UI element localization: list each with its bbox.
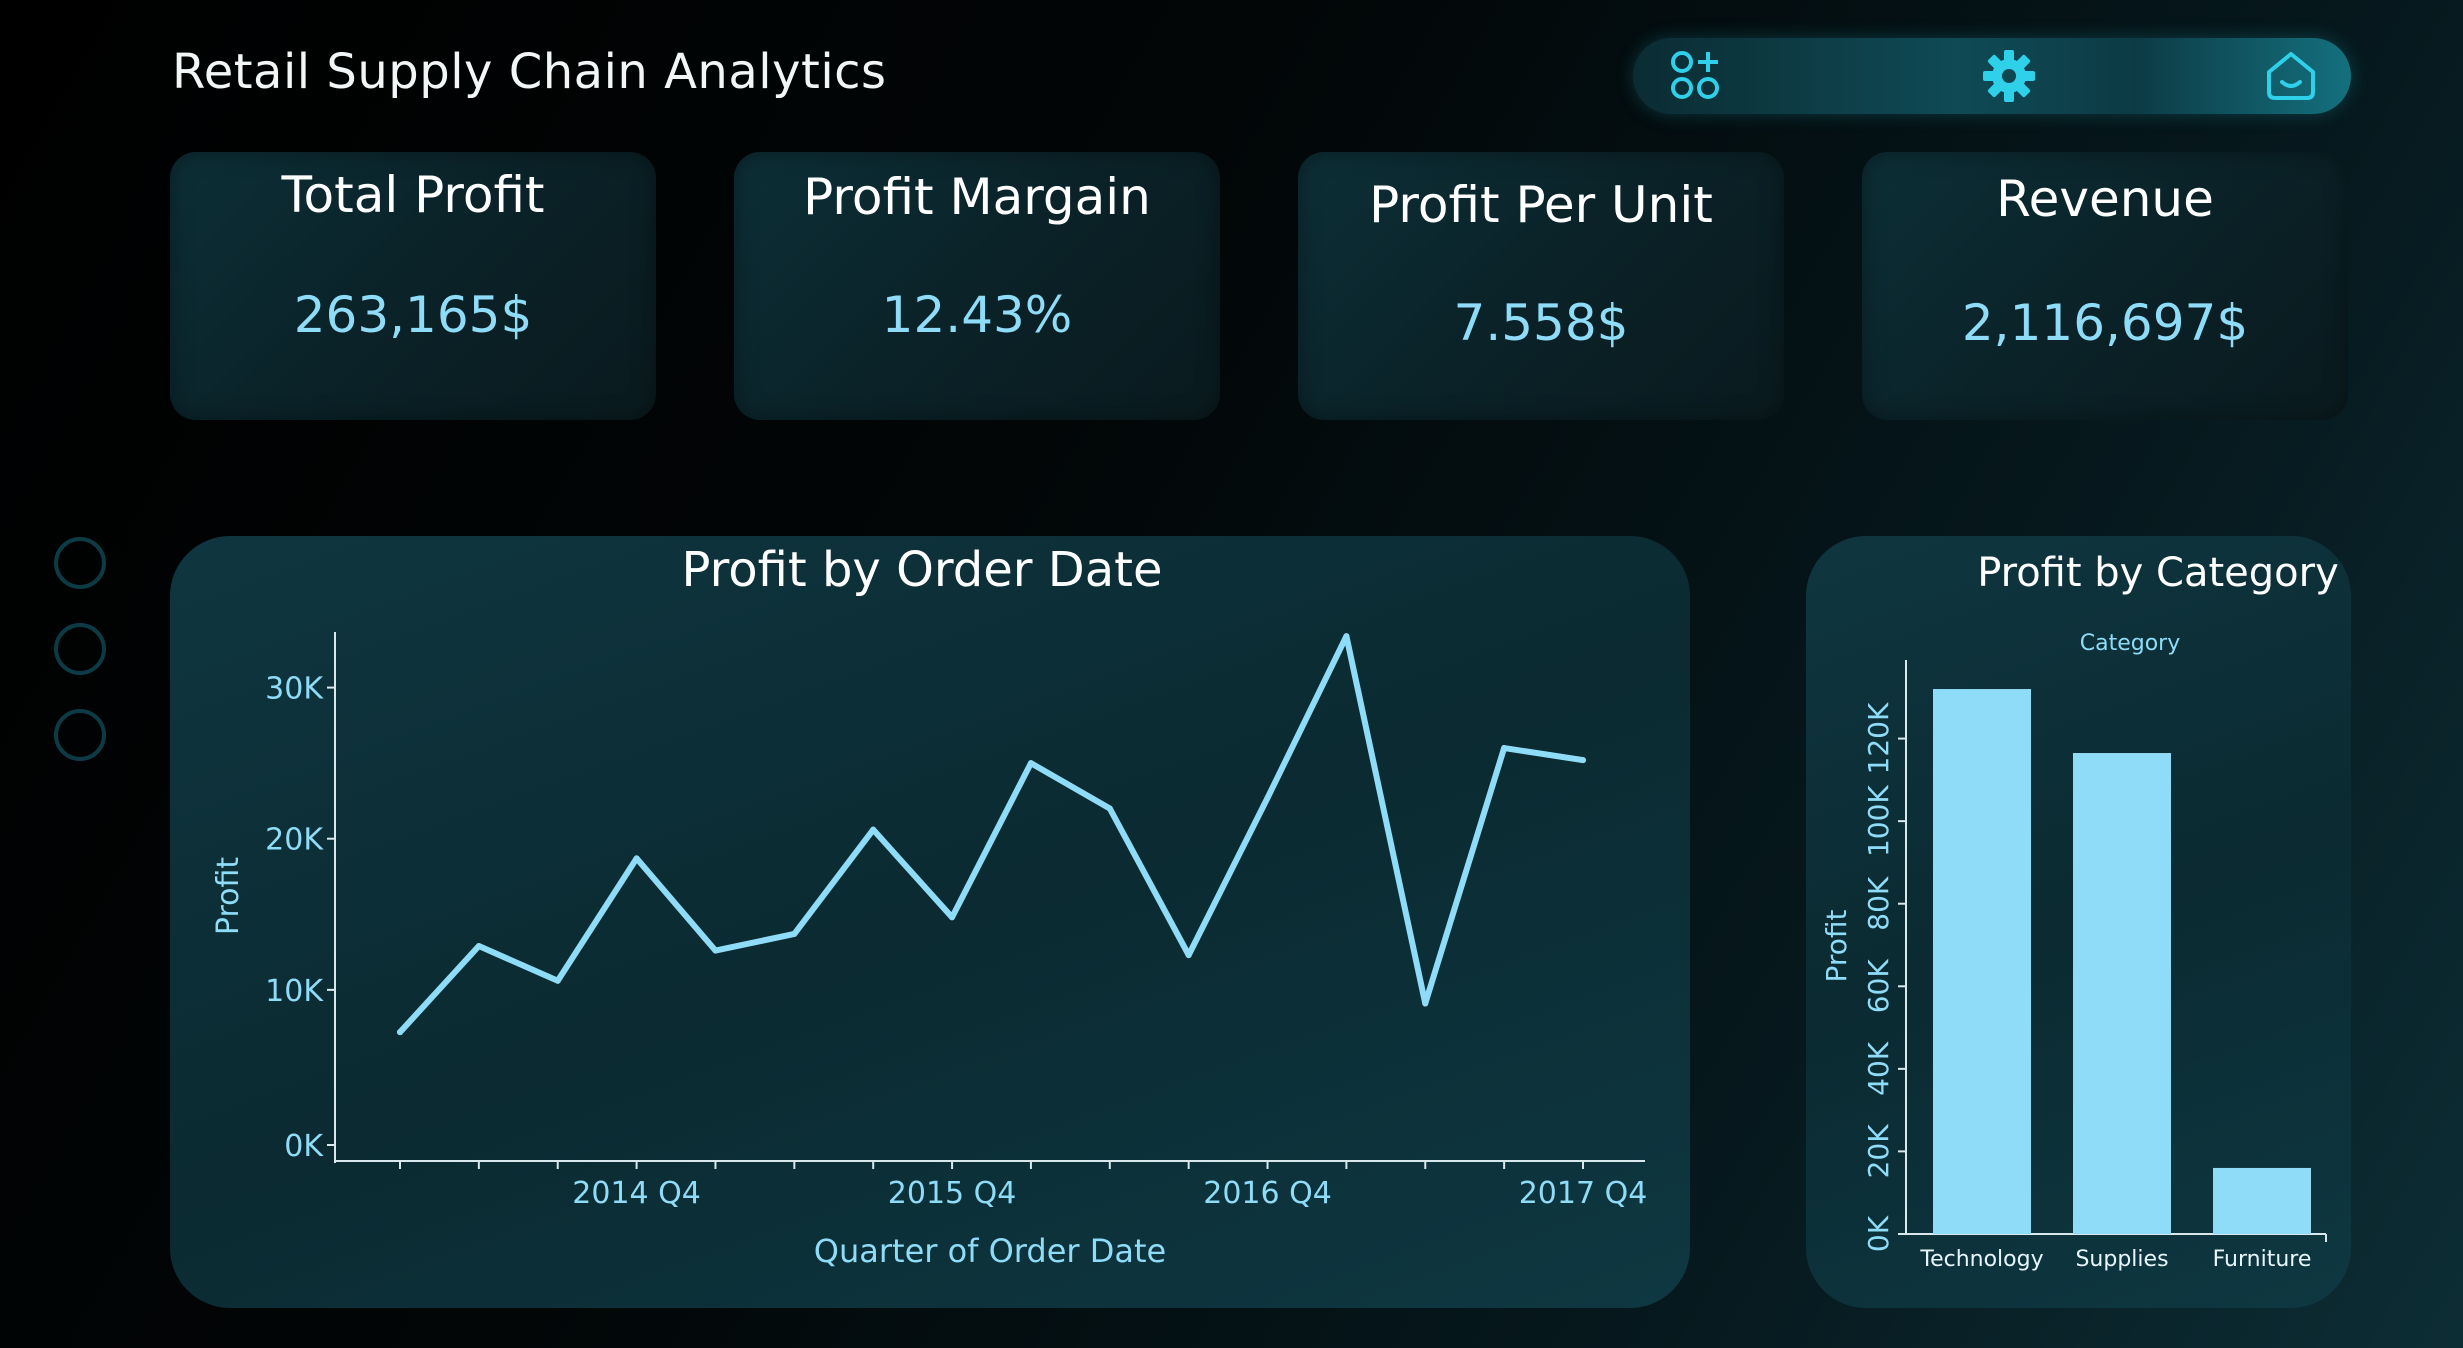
y-tick-label: 100K	[1862, 785, 1895, 857]
y-tick-label: 30K	[265, 672, 324, 707]
chart-title: Profit by Order Date	[682, 542, 1163, 598]
y-tick-label: 60K	[1862, 959, 1895, 1014]
bar-technology	[1933, 689, 2031, 1234]
x-axis-label: Quarter of Order Date	[814, 1232, 1166, 1270]
nav-dot-3[interactable]	[54, 709, 106, 761]
profit-series-line	[397, 633, 1586, 1036]
chart-title: Profit by Category	[1977, 550, 2339, 596]
data-point	[1422, 1000, 1429, 1007]
data-point	[1264, 794, 1271, 801]
app-title: Retail Supply Chain Analytics	[172, 44, 887, 100]
data-point	[633, 855, 640, 862]
kpi-card-profit-per-unit: Profit Per Unit 7.558$	[1298, 152, 1784, 420]
x-tick-label: Supplies	[2075, 1247, 2168, 1272]
x-tick-label: 2014 Q4	[572, 1176, 701, 1211]
x-tick-label: Technology	[1919, 1247, 2043, 1272]
kpi-label: Revenue	[1996, 170, 2214, 228]
data-point	[1501, 745, 1508, 752]
y-tick-label: 80K	[1862, 876, 1895, 931]
y-tick-label: 20K	[1862, 1124, 1895, 1179]
x-tick-label: 2015 Q4	[888, 1176, 1017, 1211]
x-tick-label: Furniture	[2213, 1247, 2312, 1272]
kpi-label: Total Profit	[281, 166, 545, 224]
kpi-value: 263,165$	[293, 286, 533, 344]
nav-dot-2[interactable]	[54, 623, 106, 675]
data-point	[1580, 757, 1586, 764]
kpi-value: 2,116,697$	[1961, 294, 2249, 352]
data-point	[1343, 633, 1350, 640]
data-point	[1027, 760, 1034, 767]
top-toolbar	[1633, 38, 2351, 114]
nav-dot-1[interactable]	[54, 537, 106, 589]
kpi-card-profit-margin: Profit Margain 12.43%	[734, 152, 1220, 420]
data-point	[791, 930, 798, 937]
data-point	[949, 914, 956, 921]
y-axis-label: Profit	[211, 857, 246, 935]
grid-add-icon[interactable]	[1668, 48, 1724, 104]
data-point	[1106, 805, 1113, 812]
x-tick-label: 2016 Q4	[1203, 1176, 1332, 1211]
y-tick-label: 0K	[1862, 1215, 1895, 1252]
gear-icon[interactable]	[1981, 48, 2037, 104]
kpi-value: 12.43%	[881, 286, 1073, 344]
legend-title: Category	[2080, 631, 2181, 656]
data-point	[554, 977, 561, 984]
bar-chart-panel: Profit by Category Category 0K 20K 40K 60K 80K…	[1806, 536, 2351, 1308]
y-tick-label: 10K	[265, 974, 324, 1009]
y-tick-label: 120K	[1862, 702, 1895, 774]
line-chart: Profit by Order Date 0K 10K 20K 30K 2014 Q4 20…	[211, 542, 1648, 1270]
line-chart-panel: Profit by Order Date 0K 10K 20K 30K 2014 Q4 20…	[170, 536, 1690, 1308]
kpi-card-total-profit: Total Profit 263,165$	[170, 152, 656, 420]
bar-furniture	[2213, 1167, 2311, 1234]
kpi-card-revenue: Revenue 2,116,697$	[1862, 152, 2348, 420]
bar-supplies	[2073, 753, 2171, 1234]
kpi-value: 7.558$	[1453, 294, 1629, 352]
data-point	[397, 1029, 403, 1036]
data-point	[712, 947, 719, 954]
y-axis-label: Profit	[1820, 909, 1853, 982]
y-tick-label: 40K	[1862, 1041, 1895, 1096]
home-icon[interactable]	[2263, 48, 2319, 104]
data-point	[475, 943, 482, 950]
kpi-label: Profit Per Unit	[1369, 176, 1713, 234]
x-tick-label: 2017 Q4	[1519, 1176, 1648, 1211]
data-point	[1185, 952, 1192, 959]
y-tick-label: 0K	[284, 1129, 324, 1164]
bar-chart: Profit by Category Category 0K 20K 40K 60K 80K…	[1820, 550, 2339, 1272]
data-point	[870, 826, 877, 833]
kpi-label: Profit Margain	[803, 168, 1151, 226]
y-tick-label: 20K	[265, 823, 324, 858]
